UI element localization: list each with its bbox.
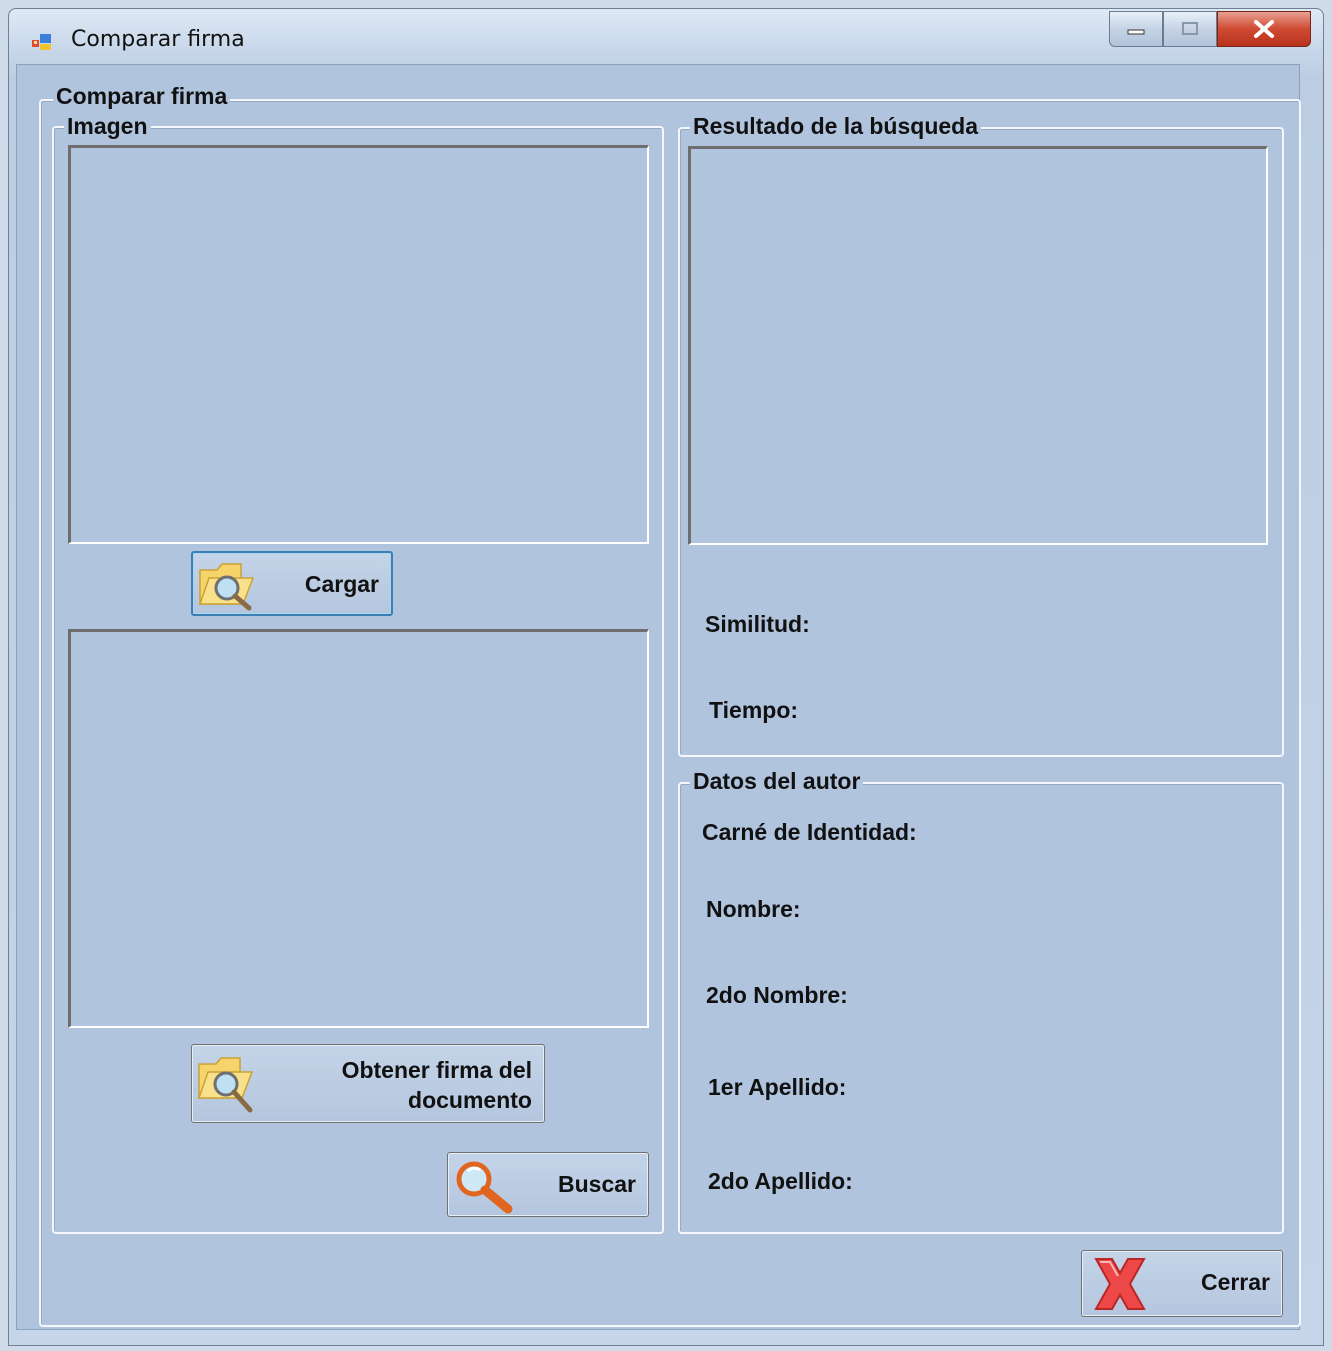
- search-button[interactable]: Buscar: [447, 1152, 649, 1217]
- extract-label-line1: Obtener firma del: [341, 1057, 532, 1083]
- id-card-label: Carné de Identidad:: [702, 819, 917, 845]
- search-button-label: Buscar: [558, 1171, 636, 1197]
- image-picture-box: [68, 145, 649, 544]
- app-icon: [32, 34, 51, 50]
- time-label: Tiempo:: [709, 697, 799, 723]
- caption-buttons: [1109, 11, 1311, 47]
- red-x-icon: [1094, 1258, 1146, 1310]
- close-button-label: Cerrar: [1200, 1269, 1270, 1295]
- close-window-button[interactable]: [1217, 11, 1311, 47]
- first-surname-label: 1er Apellido:: [708, 1074, 847, 1100]
- form-client-area: Comparar firma Imagen Cargar Obtener fir…: [16, 64, 1301, 1330]
- second-name-label: 2do Nombre:: [706, 982, 848, 1008]
- extract-signature-button[interactable]: Obtener firma del documento: [191, 1044, 545, 1123]
- image-group-label: Imagen: [64, 113, 151, 140]
- maximize-button[interactable]: [1163, 11, 1217, 47]
- load-button[interactable]: Cargar: [191, 551, 393, 616]
- title-bar[interactable]: Comparar firma: [9, 9, 1323, 71]
- window-title: Comparar firma: [71, 27, 245, 52]
- second-surname-label: 2do Apellido:: [708, 1168, 853, 1194]
- close-button[interactable]: Cerrar: [1081, 1250, 1283, 1317]
- maximize-icon: [1182, 22, 1198, 35]
- compare-group-label: Comparar firma: [53, 83, 231, 110]
- similarity-label: Similitud:: [705, 611, 810, 637]
- close-icon: [1254, 20, 1274, 38]
- folder-search-icon: [198, 563, 255, 611]
- minimize-icon: [1127, 29, 1145, 35]
- result-picture-box: [688, 146, 1268, 545]
- extract-signature-button-label: Obtener firma del documento: [342, 1055, 532, 1115]
- result-group-label: Resultado de la búsqueda: [690, 113, 981, 140]
- minimize-button[interactable]: [1109, 11, 1163, 47]
- first-name-label: Nombre:: [706, 896, 801, 922]
- document-picture-box: [68, 629, 649, 1028]
- load-button-label: Cargar: [304, 571, 379, 597]
- folder-search-icon: [197, 1057, 254, 1113]
- extract-label-line2: documento: [408, 1087, 532, 1113]
- magnifier-icon: [456, 1161, 513, 1214]
- author-group-label: Datos del autor: [690, 768, 864, 795]
